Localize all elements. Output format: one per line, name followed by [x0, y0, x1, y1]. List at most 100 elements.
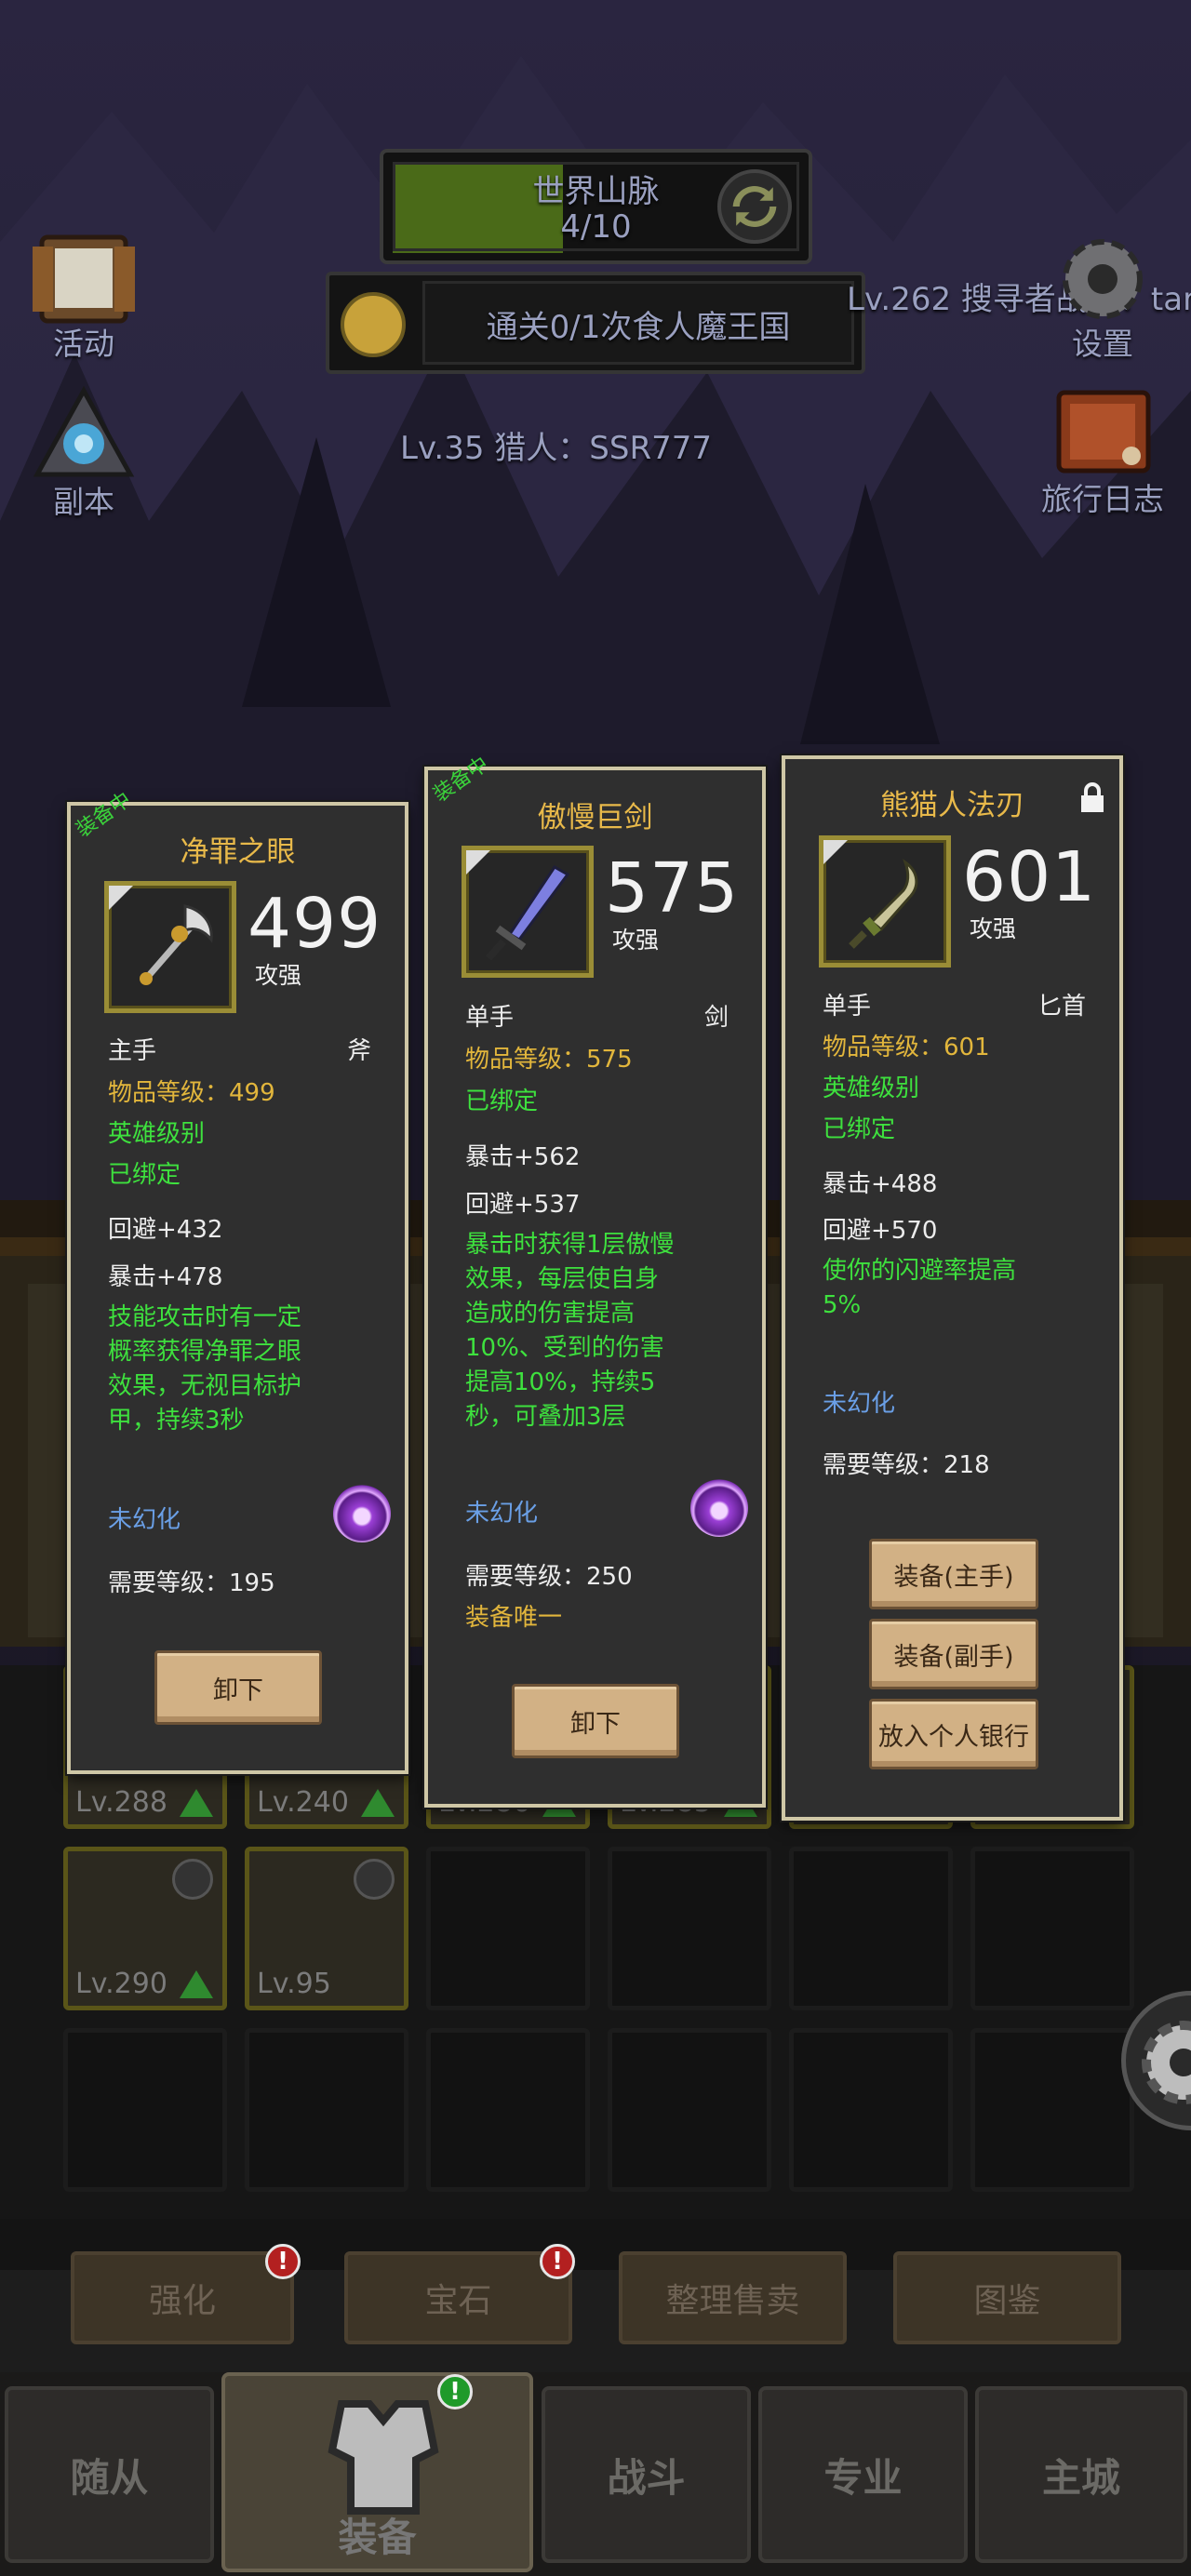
- lock-icon: [354, 1859, 395, 1900]
- quest-text: 通关0/1次食人魔王国: [486, 309, 791, 346]
- empty-inventory-slot[interactable]: [970, 1847, 1134, 2010]
- gear-icon: [1142, 2021, 1191, 2104]
- quick-settings-button[interactable]: [1121, 1991, 1191, 2130]
- required-level: 需要等级：250: [465, 1563, 633, 1591]
- empty-inventory-slot[interactable]: [789, 1847, 953, 2010]
- tab-main-city-label: 主城: [1041, 2454, 1120, 2501]
- journal-menu-button[interactable]: 旅行日志: [1024, 381, 1182, 521]
- empty-inventory-slot[interactable]: [789, 2028, 953, 2192]
- weapon-type: 匕首: [1037, 993, 1086, 1021]
- equip-main-hand-label: 装备(主手): [893, 1562, 1014, 1592]
- stat-line-1: 回避+432: [108, 1216, 223, 1244]
- refresh-icon[interactable]: [717, 169, 792, 244]
- activity-menu-button[interactable]: 活动: [19, 228, 149, 363]
- weapon-type: 斧: [346, 1037, 371, 1065]
- slot-level: Lv.288: [75, 1786, 167, 1819]
- bound-status: 已绑定: [465, 1088, 539, 1115]
- upgrade-arrow-icon: [180, 1970, 213, 1998]
- slot-level: Lv.240: [257, 1786, 349, 1819]
- settings-label: 设置: [1072, 326, 1133, 362]
- equip-off-hand-button[interactable]: 装备(副手): [869, 1619, 1038, 1689]
- item-card-2[interactable]: 装备中 傲慢巨剑 575 攻强 单手 剑 物品等级：575 已绑定 暴击+562…: [424, 753, 766, 1808]
- upgrade-arrow-icon: [180, 1789, 213, 1817]
- enhance-label: 强化: [148, 2282, 216, 2320]
- item-level: 物品等级：499: [108, 1079, 275, 1107]
- effect-text: 使你的闪避率提高 5%: [823, 1257, 1017, 1319]
- weapon-type: 剑: [703, 1004, 729, 1032]
- codex-button[interactable]: 图鉴: [893, 2251, 1121, 2344]
- stat-line-1: 暴击+488: [823, 1170, 938, 1198]
- transmog-orb-icon[interactable]: [333, 1485, 391, 1542]
- bound-status: 已绑定: [108, 1161, 181, 1189]
- inventory-slot[interactable]: Lv.290: [63, 1847, 227, 2010]
- store-in-bank-button[interactable]: 放入个人银行: [869, 1699, 1038, 1769]
- gear-icon: [1063, 239, 1143, 319]
- tab-equipment[interactable]: 装备: [221, 2372, 533, 2572]
- unequip-label: 卸下: [570, 1709, 621, 1739]
- transmog-status: 未幻化: [465, 1500, 539, 1528]
- settings-menu-button[interactable]: 设置: [1037, 228, 1168, 363]
- unequip-button[interactable]: 卸下: [154, 1650, 322, 1725]
- item-name: 熊猫人法刃: [880, 789, 1024, 822]
- empty-inventory-slot[interactable]: [426, 2028, 590, 2192]
- item-card-3[interactable]: 熊猫人法刃 601 攻强 单手 匕首 物品等级：601 英雄级别 已绑定 暴击+…: [782, 755, 1123, 1821]
- inventory-slot[interactable]: Lv.95: [245, 1847, 408, 2010]
- armor-icon: [328, 2400, 439, 2515]
- quest-tracker[interactable]: 通关0/1次食人魔王国: [326, 272, 865, 374]
- tab-profession-label: 专业: [823, 2454, 903, 2501]
- empty-inventory-slot[interactable]: [426, 1847, 590, 2010]
- slot-level: Lv.95: [257, 1968, 331, 2000]
- unequip-button[interactable]: 卸下: [512, 1684, 679, 1758]
- item-score: 601: [962, 837, 1097, 917]
- hunter-name-line: Lv.35 猎人：SSR777: [400, 430, 712, 467]
- empty-inventory-slot[interactable]: [63, 2028, 227, 2192]
- item-name: 傲慢巨剑: [537, 801, 653, 834]
- unequip-label: 卸下: [213, 1675, 263, 1705]
- effect-text: 暴击时获得1层傲慢 效果，每层使自身 造成的伤害提高 10%、受到的伤害 提高10%，持…: [465, 1231, 675, 1431]
- item-icon-frame: [462, 846, 594, 978]
- equip-main-hand-button[interactable]: 装备(主手): [869, 1539, 1038, 1609]
- slot-type: 单手: [465, 1004, 515, 1032]
- required-level: 需要等级：218: [823, 1451, 990, 1479]
- slot-level: Lv.290: [75, 1968, 167, 2000]
- transmog-orb-icon[interactable]: [690, 1479, 748, 1537]
- empty-inventory-slot[interactable]: [608, 2028, 771, 2192]
- tab-followers-label: 随从: [70, 2454, 149, 2501]
- tab-profession[interactable]: 专业: [758, 2386, 968, 2563]
- item-level: 物品等级：601: [823, 1034, 990, 1061]
- empty-inventory-slot[interactable]: [608, 1847, 771, 2010]
- gem-button[interactable]: 宝石: [344, 2251, 572, 2344]
- enhance-button[interactable]: 强化: [71, 2251, 294, 2344]
- empty-inventory-slot[interactable]: [970, 2028, 1134, 2192]
- equipment-alert-badge: !: [437, 2374, 473, 2409]
- item-icon-frame: [819, 835, 951, 968]
- item-level: 物品等级：575: [465, 1046, 633, 1074]
- upgrade-arrow-icon: [361, 1789, 395, 1817]
- slot-type: 单手: [823, 993, 872, 1021]
- required-level: 需要等级：195: [108, 1569, 275, 1597]
- stat-line-1: 暴击+562: [465, 1143, 581, 1171]
- item-icon-frame: [104, 881, 236, 1013]
- dungeon-menu-button[interactable]: 副本: [19, 386, 149, 521]
- tab-followers[interactable]: 随从: [5, 2386, 214, 2563]
- score-label: 攻强: [255, 962, 302, 989]
- lock-icon[interactable]: [1079, 781, 1105, 813]
- empty-inventory-slot[interactable]: [245, 2028, 408, 2192]
- stat-line-2: 回避+537: [465, 1191, 581, 1219]
- stat-line-2: 暴击+478: [108, 1263, 223, 1291]
- score-label: 攻强: [970, 915, 1017, 942]
- slot-type: 主手: [108, 1037, 157, 1065]
- bound-status: 已绑定: [823, 1115, 896, 1143]
- sort-sell-button[interactable]: 整理售卖: [619, 2251, 847, 2344]
- gem-label: 宝石: [424, 2282, 492, 2320]
- dungeon-portal-icon: [33, 386, 135, 477]
- store-in-bank-label: 放入个人银行: [878, 1722, 1029, 1752]
- activity-label: 活动: [53, 326, 114, 362]
- tab-main-city[interactable]: 主城: [975, 2386, 1187, 2563]
- tab-battle[interactable]: 战斗: [542, 2386, 751, 2563]
- item-card-1[interactable]: 装备中 净罪之眼 499 攻强 主手 斧 物品等级：499 英雄级别 已绑定 回…: [67, 788, 408, 1774]
- tab-battle-label: 战斗: [607, 2454, 686, 2501]
- journal-book-icon: [1056, 390, 1151, 474]
- codex-label: 图鉴: [973, 2282, 1041, 2320]
- zone-progress-bar[interactable]: 世界山脉 4/10: [380, 149, 812, 264]
